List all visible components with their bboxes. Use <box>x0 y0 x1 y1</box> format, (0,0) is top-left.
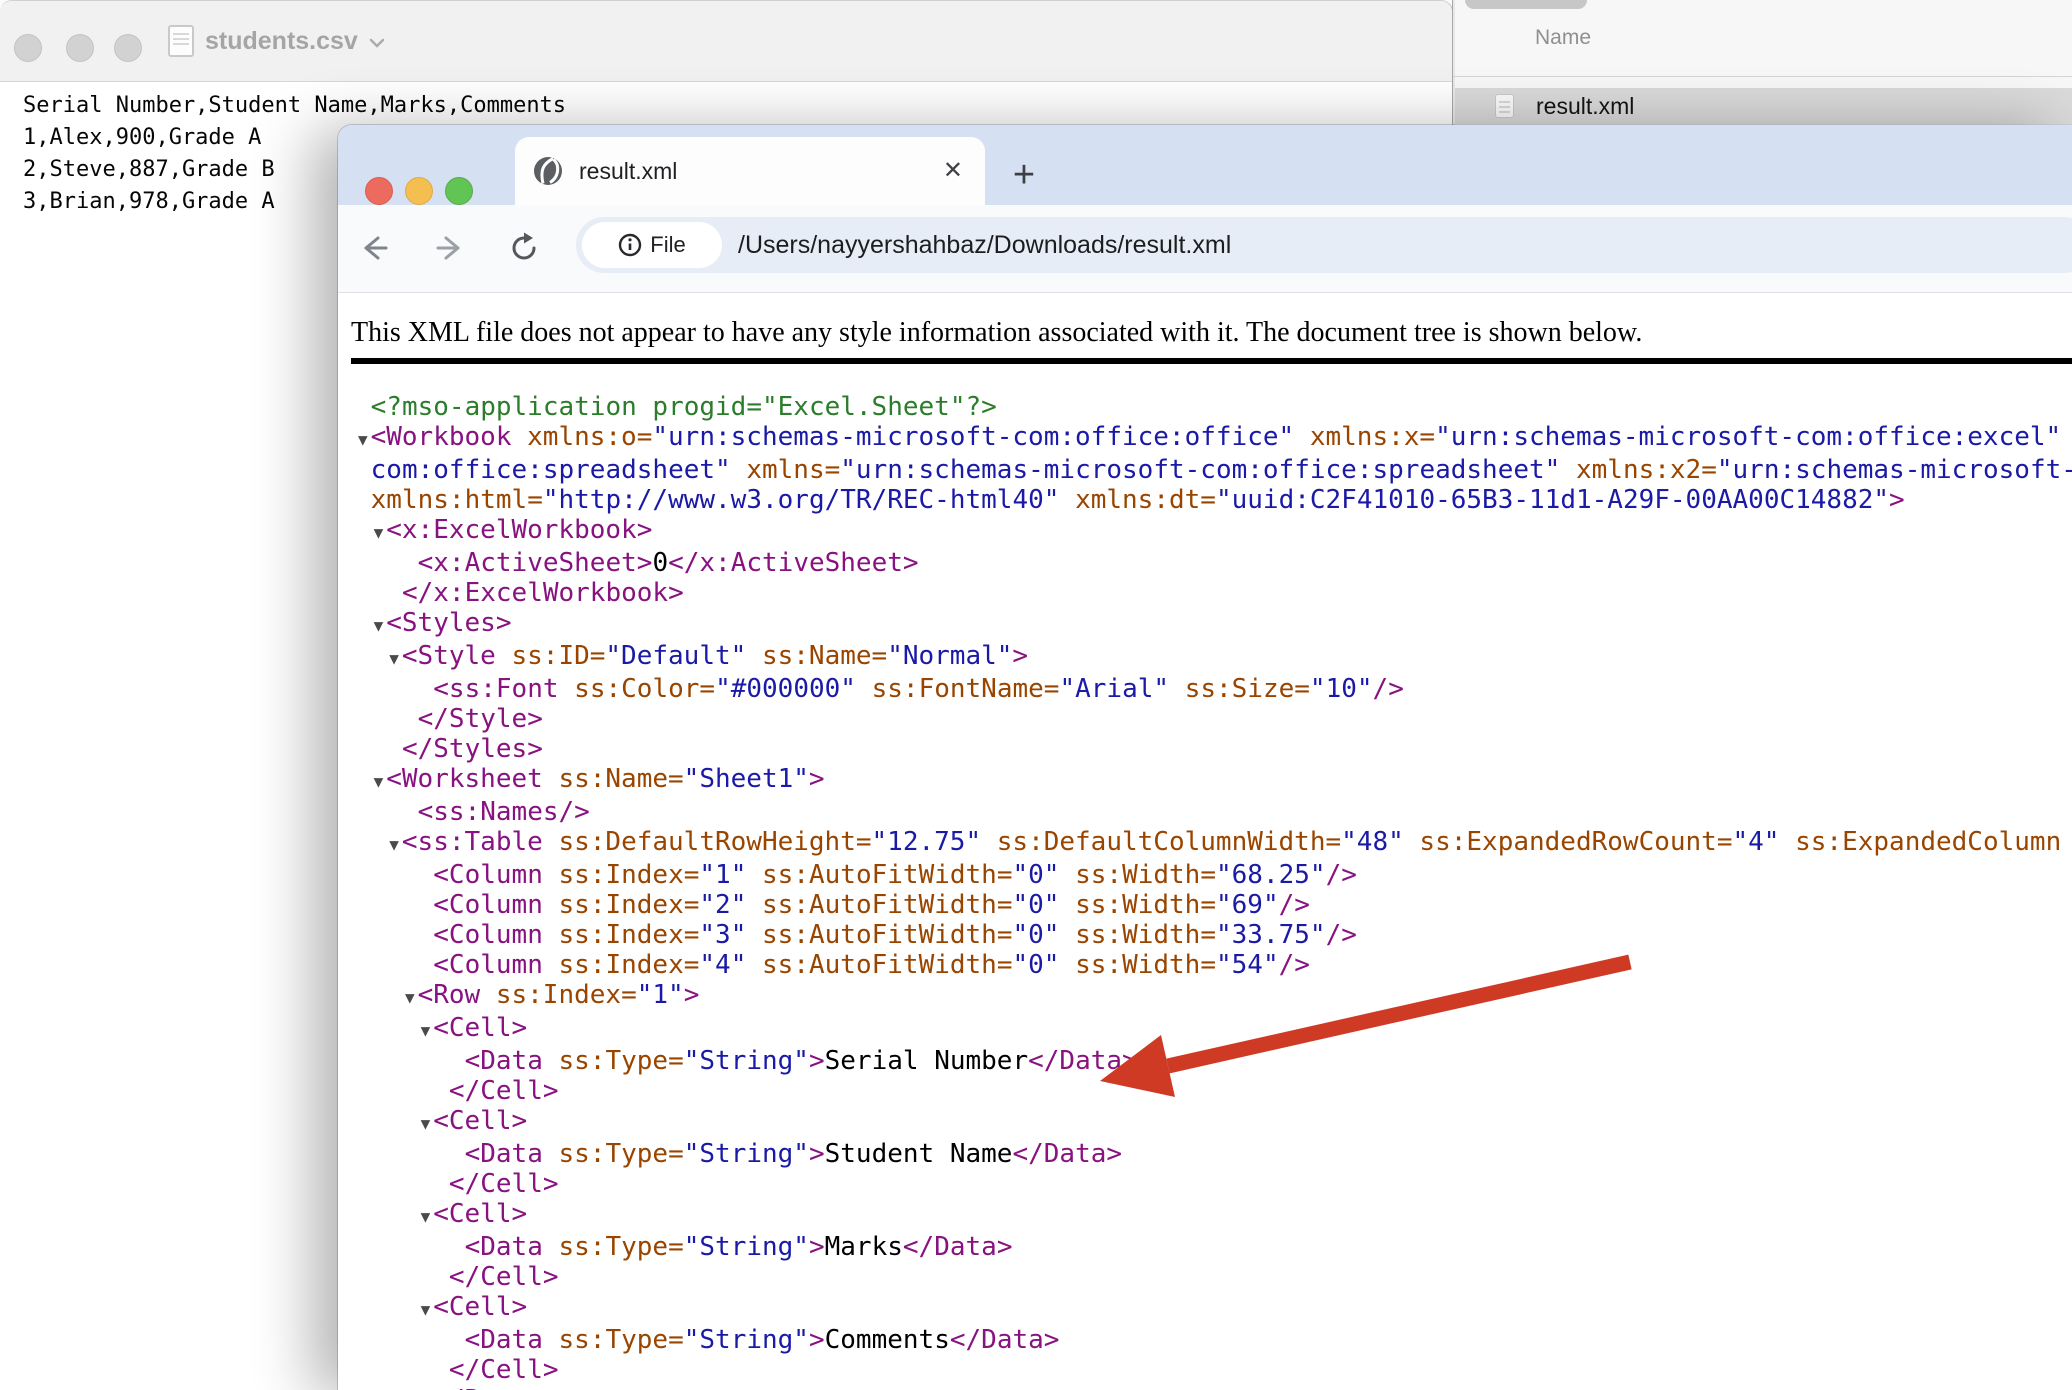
xml-line: <?mso-application progid="Excel.Sheet"?> <box>355 392 2072 422</box>
finder-file-row[interactable]: result.xml <box>1455 88 2072 124</box>
window-title-group[interactable]: students.csv <box>168 1 385 81</box>
xml-line: </Cell> <box>355 1169 2072 1199</box>
fullscreen-window-button[interactable] <box>445 177 473 205</box>
xml-document-tree[interactable]: <?mso-application progid="Excel.Sheet"?>… <box>355 392 2072 1390</box>
close-window-button[interactable] <box>365 177 393 205</box>
xml-line: ▼<Cell> <box>355 1292 2072 1325</box>
expand-arrow-icon: ▼ <box>386 830 402 860</box>
xml-line: <ss:Names/> <box>355 797 2072 827</box>
window-title: students.csv <box>205 27 358 56</box>
tab-close-icon[interactable]: ✕ <box>943 159 963 183</box>
xml-line: ▼<Row ss:Index="1"> <box>355 980 2072 1013</box>
xml-line: com:office:spreadsheet" xmlns="urn:schem… <box>355 455 2072 485</box>
finder-toolbar-control <box>1465 0 1587 9</box>
xml-line: </Cell> <box>355 1262 2072 1292</box>
expand-arrow-icon: ▼ <box>418 1016 434 1046</box>
expand-arrow-icon: ▼ <box>418 1202 434 1232</box>
file-scheme-chip[interactable]: File <box>582 222 722 268</box>
notice-divider <box>351 358 2072 364</box>
close-window-button[interactable] <box>14 34 42 62</box>
expand-arrow-icon: ▼ <box>355 425 371 455</box>
xml-line: </Cell> <box>355 1076 2072 1106</box>
xml-line: ▼<Cell> <box>355 1199 2072 1232</box>
xml-line: <Column ss:Index="3" ss:AutoFitWidth="0"… <box>355 920 2072 950</box>
divider <box>1453 76 2072 77</box>
finder-window: Name result.xml <box>1452 0 2072 135</box>
globe-favicon-icon <box>533 156 563 186</box>
screenshot-canvas: students.csv Serial Number,Student Name,… <box>0 0 2072 1390</box>
expand-arrow-icon: ▼ <box>371 518 387 548</box>
finder-name-column-header[interactable]: Name <box>1535 26 1591 50</box>
expand-arrow-icon: ▼ <box>371 767 387 797</box>
chevron-down-icon[interactable] <box>369 38 385 48</box>
tab-title: result.xml <box>579 158 677 185</box>
xml-style-notice: This XML file does not appear to have an… <box>351 317 1642 349</box>
xml-line: </Row> <box>355 1385 2072 1390</box>
back-icon[interactable] <box>358 232 390 264</box>
expand-arrow-icon: ▼ <box>402 983 418 1013</box>
minimize-window-button[interactable] <box>405 177 433 205</box>
expand-arrow-icon: ▼ <box>418 1109 434 1139</box>
file-icon <box>1495 94 1514 118</box>
chrome-window: result.xml ✕ + <box>338 125 2072 1390</box>
expand-arrow-icon: ▼ <box>418 1295 434 1325</box>
xml-line: <Column ss:Index="2" ss:AutoFitWidth="0"… <box>355 890 2072 920</box>
info-icon[interactable] <box>618 233 642 257</box>
chrome-toolbar: File /Users/nayyershahbaz/Downloads/resu… <box>338 205 2072 293</box>
xml-line: <ss:Font ss:Color="#000000" ss:FontName=… <box>355 674 2072 704</box>
xml-line: ▼<Style ss:ID="Default" ss:Name="Normal"… <box>355 641 2072 674</box>
new-tab-button[interactable]: + <box>1004 161 1044 193</box>
reload-icon[interactable] <box>508 232 540 264</box>
xml-line: xmlns:html="http://www.w3.org/TR/REC-htm… <box>355 485 2072 515</box>
xml-viewer-content: This XML file does not appear to have an… <box>338 293 2072 1390</box>
finder-file-name: result.xml <box>1536 93 1634 120</box>
xml-line: <Data ss:Type="String">Comments</Data> <box>355 1325 2072 1355</box>
document-icon <box>168 25 194 57</box>
minimize-window-button[interactable] <box>66 34 94 62</box>
url-text[interactable]: /Users/nayyershahbaz/Downloads/result.xm… <box>738 231 1231 260</box>
xml-line: <Column ss:Index="4" ss:AutoFitWidth="0"… <box>355 950 2072 980</box>
tab-strip: result.xml ✕ + <box>338 125 2072 205</box>
file-chip-label: File <box>650 232 685 258</box>
students-titlebar: students.csv <box>0 1 1452 82</box>
xml-line: </Style> <box>355 704 2072 734</box>
xml-line: ▼<Workbook xmlns:o="urn:schemas-microsof… <box>355 422 2072 455</box>
xml-line: ▼<ss:Table ss:DefaultRowHeight="12.75" s… <box>355 827 2072 860</box>
xml-line: </Cell> <box>355 1355 2072 1385</box>
xml-line: <Data ss:Type="String">Student Name</Dat… <box>355 1139 2072 1169</box>
tab-result-xml[interactable]: result.xml ✕ <box>515 137 985 205</box>
xml-line: ▼<Cell> <box>355 1106 2072 1139</box>
zoom-window-button[interactable] <box>114 34 142 62</box>
xml-line: ▼<Styles> <box>355 608 2072 641</box>
xml-line: <Data ss:Type="String">Marks</Data> <box>355 1232 2072 1262</box>
xml-line: <x:ActiveSheet>0</x:ActiveSheet> <box>355 548 2072 578</box>
expand-arrow-icon: ▼ <box>371 611 387 641</box>
expand-arrow-icon: ▼ <box>386 644 402 674</box>
xml-line: <Column ss:Index="1" ss:AutoFitWidth="0"… <box>355 860 2072 890</box>
xml-line: </Styles> <box>355 734 2072 764</box>
xml-line: ▼<Worksheet ss:Name="Sheet1"> <box>355 764 2072 797</box>
xml-line: ▼<x:ExcelWorkbook> <box>355 515 2072 548</box>
xml-line: ▼<Cell> <box>355 1013 2072 1046</box>
xml-line: </x:ExcelWorkbook> <box>355 578 2072 608</box>
forward-icon[interactable] <box>434 232 466 264</box>
address-bar[interactable]: File /Users/nayyershahbaz/Downloads/resu… <box>576 217 2072 273</box>
xml-line: <Data ss:Type="String">Serial Number</Da… <box>355 1046 2072 1076</box>
